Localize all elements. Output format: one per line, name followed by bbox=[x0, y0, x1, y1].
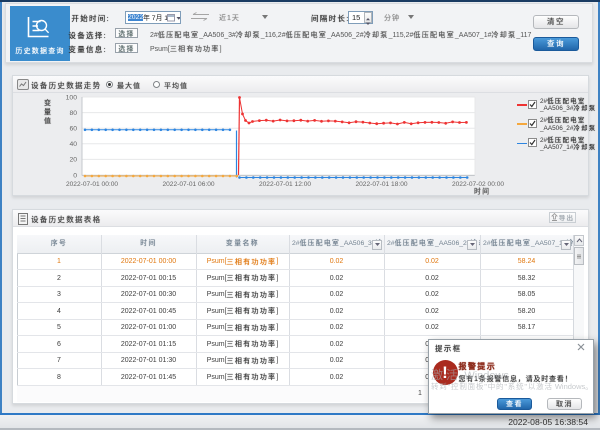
svg-text:2022-07-01 00:00: 2022-07-01 00:00 bbox=[66, 181, 118, 188]
svg-text:40: 40 bbox=[69, 141, 77, 148]
svg-text:2022-07-02 00:00: 2022-07-02 00:00 bbox=[452, 181, 504, 188]
svg-text:2022-07-01 12:00: 2022-07-01 12:00 bbox=[259, 181, 311, 188]
svg-text:变: 变 bbox=[44, 98, 53, 107]
svg-text:80: 80 bbox=[69, 110, 77, 117]
svg-text:0: 0 bbox=[73, 172, 77, 179]
svg-text:值: 值 bbox=[44, 116, 53, 125]
svg-text:20: 20 bbox=[69, 157, 77, 164]
svg-text:100: 100 bbox=[66, 94, 78, 101]
svg-text:2022-07-01 18:00: 2022-07-01 18:00 bbox=[355, 181, 407, 188]
svg-text:量: 量 bbox=[44, 108, 53, 116]
svg-text:时间: 时间 bbox=[474, 187, 491, 196]
svg-text:2022-07-01 06:00: 2022-07-01 06:00 bbox=[162, 181, 214, 188]
svg-text:60: 60 bbox=[69, 126, 77, 133]
